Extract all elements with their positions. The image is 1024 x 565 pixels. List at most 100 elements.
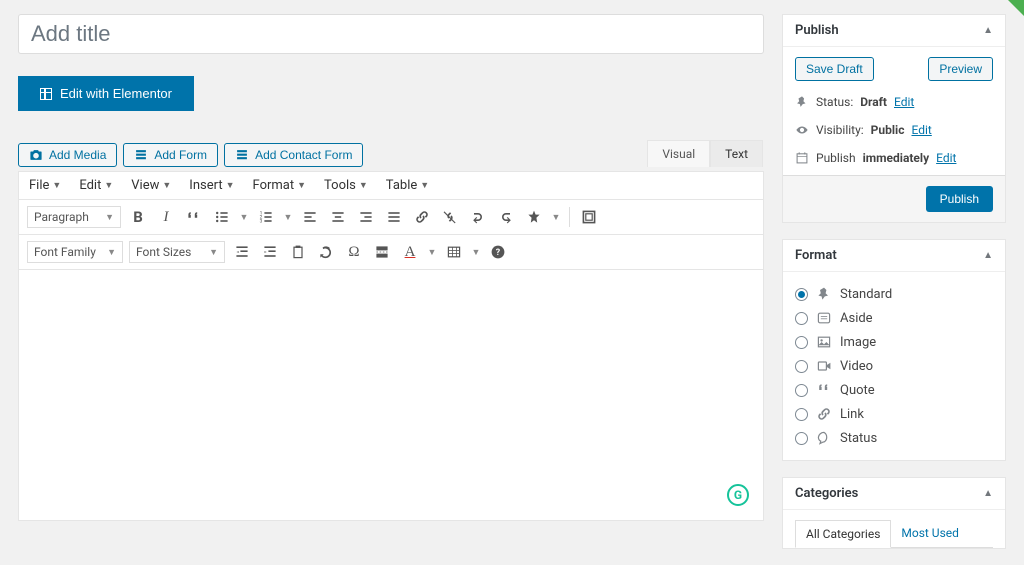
format-label-aside: Aside <box>840 311 873 326</box>
format-radio-status[interactable] <box>795 432 808 445</box>
publish-panel: Publish ▲ Save Draft Preview Status: Dra… <box>782 14 1006 223</box>
categories-panel: Categories ▲ All Categories Most Used <box>782 477 1006 549</box>
special-char-button[interactable]: Ω <box>343 241 365 263</box>
help-button[interactable]: ? <box>487 241 509 263</box>
format-radio-standard[interactable] <box>795 288 808 301</box>
editor-canvas[interactable]: G <box>19 270 763 520</box>
save-draft-button[interactable]: Save Draft <box>795 57 874 81</box>
menu-edit[interactable]: Edit▼ <box>79 178 113 193</box>
svg-text:3: 3 <box>260 219 263 225</box>
separator <box>569 207 570 227</box>
add-form-button[interactable]: Add Form <box>123 143 218 167</box>
format-label-image: Image <box>840 335 876 350</box>
format-label-quote: Quote <box>840 383 875 398</box>
add-contact-form-button[interactable]: Add Contact Form <box>224 143 363 167</box>
format-panel-header[interactable]: Format ▲ <box>783 240 1005 272</box>
format-label-status: Status <box>840 431 877 446</box>
star-caret-icon[interactable]: ▼ <box>551 206 561 228</box>
align-justify-button[interactable] <box>383 206 405 228</box>
collapse-icon: ▲ <box>983 488 993 499</box>
fullscreen-button[interactable] <box>578 206 600 228</box>
title-input[interactable] <box>18 14 764 54</box>
schedule-value: immediately <box>863 151 930 165</box>
text-color-button[interactable]: A <box>399 241 421 263</box>
outdent-button[interactable] <box>231 241 253 263</box>
status-icon <box>816 430 832 446</box>
elementor-label: Edit with Elementor <box>60 86 172 101</box>
visibility-value: Public <box>871 123 905 137</box>
numbered-list-button[interactable]: 123 <box>255 206 277 228</box>
menu-format[interactable]: Format▼ <box>253 178 307 193</box>
contact-form-icon <box>235 148 249 162</box>
publish-button[interactable]: Publish <box>926 186 993 212</box>
visibility-edit-link[interactable]: Edit <box>911 123 931 137</box>
add-contact-form-label: Add Contact Form <box>255 148 352 162</box>
paste-button[interactable] <box>287 241 309 263</box>
status-value: Draft <box>860 95 887 109</box>
collapse-icon: ▲ <box>983 25 993 36</box>
add-media-label: Add Media <box>49 148 106 162</box>
edit-with-elementor-button[interactable]: Edit with Elementor <box>18 76 194 111</box>
format-radio-link[interactable] <box>795 408 808 421</box>
corner-badge <box>1008 0 1024 16</box>
menu-file[interactable]: File▼ <box>29 178 61 193</box>
format-label-video: Video <box>840 359 873 374</box>
bold-button[interactable]: B <box>127 206 149 228</box>
pin-icon <box>816 286 832 302</box>
paragraph-select[interactable]: Paragraph▼ <box>27 206 121 228</box>
blockquote-button[interactable] <box>183 206 205 228</box>
categories-tab-most-used[interactable]: Most Used <box>891 520 969 547</box>
tab-text[interactable]: Text <box>710 140 763 167</box>
align-left-button[interactable] <box>299 206 321 228</box>
status-edit-link[interactable]: Edit <box>894 95 914 109</box>
quote-icon <box>816 382 832 398</box>
align-right-button[interactable] <box>355 206 377 228</box>
redo-button[interactable] <box>495 206 517 228</box>
font-family-select[interactable]: Font Family▼ <box>27 241 123 263</box>
menu-tools[interactable]: Tools▼ <box>324 178 368 193</box>
format-radio-image[interactable] <box>795 336 808 349</box>
calendar-icon <box>795 151 809 165</box>
format-radio-video[interactable] <box>795 360 808 373</box>
font-sizes-select[interactable]: Font Sizes▼ <box>129 241 225 263</box>
menu-view[interactable]: View▼ <box>131 178 171 193</box>
format-radio-quote[interactable] <box>795 384 808 397</box>
format-panel-title: Format <box>795 248 837 263</box>
page-break-button[interactable] <box>371 241 393 263</box>
star-button[interactable] <box>523 206 545 228</box>
status-label: Status: <box>816 95 853 109</box>
bullet-list-button[interactable] <box>211 206 233 228</box>
elementor-icon <box>40 88 52 100</box>
preview-button[interactable]: Preview <box>928 57 993 81</box>
format-label-link: Link <box>840 407 864 422</box>
aside-icon <box>816 310 832 326</box>
add-media-button[interactable]: Add Media <box>18 143 117 167</box>
visibility-label: Visibility: <box>816 123 864 137</box>
table-caret-icon[interactable]: ▼ <box>471 241 481 263</box>
publish-panel-header[interactable]: Publish ▲ <box>783 15 1005 47</box>
grammarly-icon[interactable]: G <box>727 484 749 506</box>
align-center-button[interactable] <box>327 206 349 228</box>
tab-visual[interactable]: Visual <box>647 140 710 167</box>
schedule-edit-link[interactable]: Edit <box>936 151 956 165</box>
indent-button[interactable] <box>259 241 281 263</box>
link-button[interactable] <box>411 206 433 228</box>
svg-text:?: ? <box>496 248 501 258</box>
format-radio-aside[interactable] <box>795 312 808 325</box>
schedule-label: Publish <box>816 151 856 165</box>
menu-table[interactable]: Table▼ <box>386 178 429 193</box>
form-icon <box>134 148 148 162</box>
table-button[interactable] <box>443 241 465 263</box>
undo-button[interactable] <box>467 206 489 228</box>
bullet-list-caret-icon[interactable]: ▼ <box>239 206 249 228</box>
italic-button[interactable]: I <box>155 206 177 228</box>
menu-insert[interactable]: Insert▼ <box>189 178 234 193</box>
add-form-label: Add Form <box>154 148 207 162</box>
text-color-caret-icon[interactable]: ▼ <box>427 241 437 263</box>
unlink-button[interactable] <box>439 206 461 228</box>
clear-format-button[interactable] <box>315 241 337 263</box>
camera-icon <box>29 148 43 162</box>
numbered-list-caret-icon[interactable]: ▼ <box>283 206 293 228</box>
collapse-icon: ▲ <box>983 250 993 261</box>
categories-panel-header[interactable]: Categories ▲ <box>783 478 1005 510</box>
